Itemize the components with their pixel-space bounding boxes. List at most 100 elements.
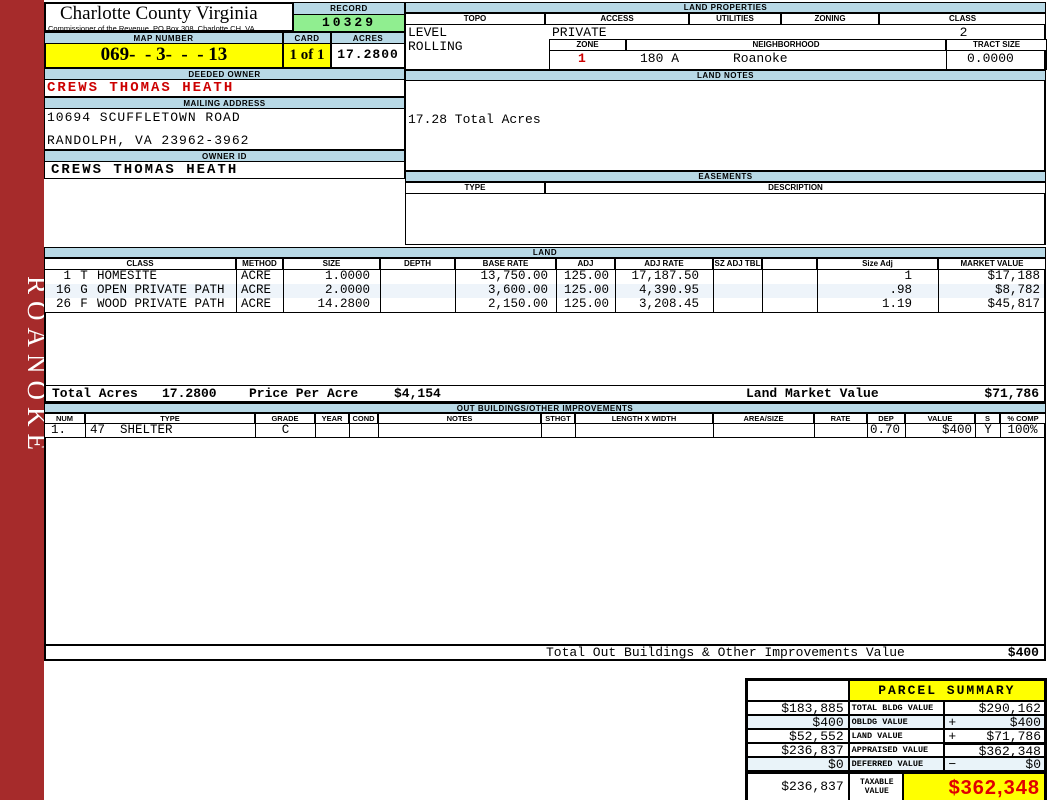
topo-value-1: LEVEL [408,25,448,40]
land-adj: 125.00 [556,270,615,284]
land-notes-text: 17.28 Total Acres [408,112,541,127]
land-adj-rate: 17,187.50 [615,270,713,284]
mailing-address-box: 10694 SCUFFLETOWN ROAD RANDOLPH, VA 2396… [44,109,405,150]
map-value-row: 069- - 3- - - 13 1 of 1 17.2800 [44,44,405,68]
land-class-num: 16 [55,284,71,297]
summary-label: APPRAISED VALUE [848,743,945,757]
taxable-left-value: $236,837 [747,773,849,800]
class-label: CLASS [879,13,1046,25]
land-properties-values: LEVEL ROLLING PRIVATE 2 ZONE NEIGHBORHOO… [405,25,1047,70]
map-header-row: MAP NUMBER CARD ACRES [44,32,405,44]
land-adj-rate: 3,208.45 [615,298,713,312]
summary-row-appraised: $236,837 APPRAISED VALUE $362,348 [747,743,1045,759]
ob-cond [349,424,378,437]
mailing-address-label: MAILING ADDRESS [44,97,405,109]
county-title-box: Charlotte County Virginia Commissioner o… [44,2,293,33]
ob-total-label: Total Out Buildings & Other Improvements… [546,645,905,660]
record-box: RECORD 10329 [293,2,405,32]
land-depth [380,284,455,298]
taxable-label: TAXABLE VALUE [848,773,903,800]
ob-col-notes: NOTES [378,413,541,424]
summary-row-total-bldg: $183,885 TOTAL BLDG VALUE $290,162 [747,701,1045,715]
land-title: LAND [44,247,1046,258]
land-market-value-label: Land Market Value [746,386,879,401]
summary-left-value: $183,885 [747,701,849,715]
owner-id-value: CREWS THOMAS HEATH [44,162,405,179]
topo-value-2: ROLLING [408,39,463,54]
utilities-label: UTILITIES [689,13,781,25]
summary-left-value: $52,552 [747,729,849,743]
tract-size-divider [946,50,947,69]
easements-title: EASEMENTS [405,171,1046,182]
taxable-value: $362,348 [902,773,1045,800]
district-sidebar: ROANOKE [0,0,52,800]
land-method: ACRE [236,270,283,284]
parcel-summary-header: PARCEL SUMMARY [747,680,1045,701]
col-method: METHOD [236,258,283,270]
tract-size-value: 0.0000 [967,51,1014,66]
col-size: SIZE [283,258,380,270]
map-number-label: MAP NUMBER [44,32,283,44]
col-adj: ADJ [556,258,615,270]
out-buildings-title: OUT BUILDINGS/OTHER IMPROVEMENTS [44,403,1046,413]
land-row: 16 G OPEN PRIVATE PATH ACRE 2.0000 3,600.0… [44,284,1046,298]
land-base-rate: 13,750.00 [455,270,556,284]
ob-pct-comp: 100% [1000,424,1046,437]
ob-col-dep: DEP [867,413,905,424]
col-depth: DEPTH [380,258,455,270]
ob-col-s: S [975,413,1000,424]
summary-label: TOTAL BLDG VALUE [848,701,945,715]
ob-notes [378,424,541,437]
col-market-value: MARKET VALUE [938,258,1046,270]
out-buildings-empty-rows [44,437,1046,644]
ob-grade: C [255,424,315,437]
land-class-num: 26 [55,298,71,311]
land-row: 26 F WOOD PRIVATE PATH ACRE 14.2800 2,150.… [44,298,1046,312]
land-size: 1.0000 [283,270,380,284]
access-value: PRIVATE [552,25,607,40]
land-depth [380,298,455,312]
easements-headers: TYPE DESCRIPTION [405,182,1046,194]
col-base-rate: BASE RATE [455,258,556,270]
ob-col-num: NUM [44,413,85,424]
land-properties-panel: LAND PROPERTIES TOPO ACCESS UTILITIES ZO… [405,2,1047,245]
out-buildings-headers: NUM TYPE GRADE YEAR COND NOTES STHGT LEN… [44,413,1046,424]
land-sz-adj-tbl [713,298,762,312]
out-buildings-section: OUT BUILDINGS/OTHER IMPROVEMENTS NUM TYP… [44,403,1046,661]
land-class-desc: WOOD PRIVATE PATH [97,298,225,311]
ob-col-type: TYPE [85,413,255,424]
land-market-value: $8,782 [938,284,1046,298]
land-size: 2.0000 [283,284,380,298]
summary-right-value: $0 [1025,757,1041,772]
summary-left-value: $236,837 [747,743,849,757]
deeded-owner-value: CREWS THOMAS HEATH [44,80,405,97]
summary-right-value: $362,348 [978,744,1041,759]
record-label: RECORD [293,2,405,15]
land-properties-title: LAND PROPERTIES [405,2,1046,13]
parcel-summary-title: PARCEL SUMMARY [848,680,1045,701]
total-acres-value: 17.2800 [162,386,217,401]
ob-sthgt [541,424,575,437]
summary-row-land: $52,552 LAND VALUE + $71,786 [747,729,1045,743]
ob-col-area-size: AREA/SIZE [713,413,814,424]
ob-sound: Y [975,424,1000,437]
summary-label: LAND VALUE [848,729,945,743]
ob-col-year: YEAR [315,413,349,424]
land-class-desc: HOMESITE [97,270,158,283]
summary-row-deferred: $0 DEFERRED VALUE − $0 [747,757,1045,771]
property-record-card: ROANOKE Charlotte County Virginia Commis… [0,0,1050,800]
ob-dep: 0.70 [867,424,905,437]
zone-neighborhood-values: 1 180 A Roanoke 0.0000 [549,50,1047,70]
map-number-value: 069- - 3- - - 13 [44,44,283,68]
ob-col-sthgt: STHGT [541,413,575,424]
zone-value: 1 [578,51,586,66]
total-acres-label: Total Acres [52,386,138,401]
col-size-adj: Size Adj [817,258,938,270]
ob-total-value: $400 [1007,645,1039,660]
ob-year [315,424,349,437]
land-adj-rate: 4,390.95 [615,284,713,298]
summary-right-value: $290,162 [978,701,1041,716]
land-empty-rows [44,312,1046,385]
col-class: CLASS [44,258,236,270]
summary-left-value: $400 [747,715,849,729]
